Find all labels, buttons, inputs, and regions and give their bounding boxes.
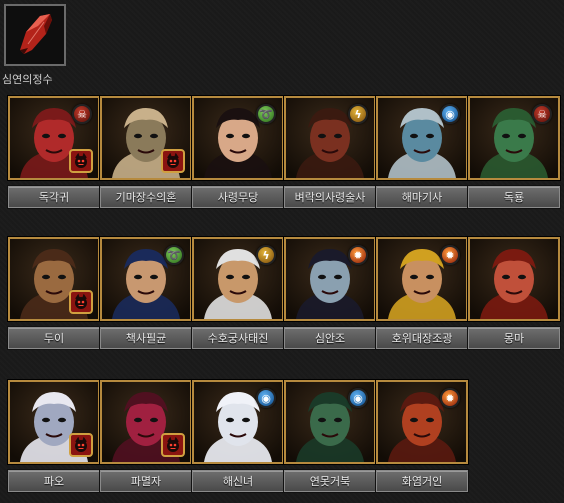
- character-card[interactable]: 기마장수의혼: [100, 96, 192, 212]
- enhance-badge-icon: [161, 433, 185, 457]
- character-portrait[interactable]: [8, 237, 100, 321]
- character-card[interactable]: 몽마: [468, 237, 560, 353]
- character-name-button[interactable]: 해신녀: [192, 470, 284, 492]
- character-card[interactable]: ϟ 수호궁사태진: [192, 237, 284, 353]
- character-card[interactable]: ϟ 벼락의사령술사: [284, 96, 376, 212]
- wind-element-icon: ➰: [256, 104, 276, 124]
- fire-element-icon: ✹: [440, 388, 460, 408]
- character-card[interactable]: 파오: [8, 380, 100, 496]
- enhance-badge-icon: [161, 149, 185, 173]
- character-portrait[interactable]: [100, 380, 192, 464]
- character-name-button[interactable]: 해마기사: [376, 186, 468, 208]
- wind-element-icon: ➰: [164, 245, 184, 265]
- item-label: 심연의정수: [2, 73, 53, 86]
- character-portrait[interactable]: ☠: [8, 96, 100, 180]
- character-portrait[interactable]: ➰: [100, 237, 192, 321]
- water-element-icon: ◉: [348, 388, 368, 408]
- character-card[interactable]: ➰ 책사필균: [100, 237, 192, 353]
- character-name-button[interactable]: 독각귀: [8, 186, 100, 208]
- character-name-button[interactable]: 기마장수의혼: [100, 186, 192, 208]
- dark-element-icon: ☠: [72, 104, 92, 124]
- character-card[interactable]: ◉ 해마기사: [376, 96, 468, 212]
- item-slot[interactable]: [4, 4, 66, 66]
- character-name-button[interactable]: 수호궁사태진: [192, 327, 284, 349]
- character-name-button[interactable]: 파멸자: [100, 470, 192, 492]
- character-name-button[interactable]: 심안조: [284, 327, 376, 349]
- character-name-button[interactable]: 몽마: [468, 327, 560, 349]
- character-card[interactable]: ✹ 호위대장조광: [376, 237, 468, 353]
- character-name-button[interactable]: 호위대장조광: [376, 327, 468, 349]
- character-portrait[interactable]: ◉: [284, 380, 376, 464]
- character-portrait[interactable]: ϟ: [192, 237, 284, 321]
- lightning-element-icon: ϟ: [256, 245, 276, 265]
- lightning-element-icon: ϟ: [348, 104, 368, 124]
- water-element-icon: ◉: [256, 388, 276, 408]
- enhance-badge-icon: [69, 149, 93, 173]
- character-portrait[interactable]: ◉: [376, 96, 468, 180]
- character-portrait[interactable]: ➰: [192, 96, 284, 180]
- red-crystal-icon: [6, 6, 64, 64]
- portrait-image: [470, 239, 558, 319]
- character-name-button[interactable]: 벼락의사령술사: [284, 186, 376, 208]
- character-name-button[interactable]: 책사필균: [100, 327, 192, 349]
- character-portrait[interactable]: ✹: [376, 237, 468, 321]
- character-card[interactable]: ➰ 사령무당: [192, 96, 284, 212]
- fire-element-icon: ✹: [440, 245, 460, 265]
- character-name-button[interactable]: 연못거북: [284, 470, 376, 492]
- enhance-badge-icon: [69, 433, 93, 457]
- character-portrait[interactable]: ϟ: [284, 96, 376, 180]
- character-card[interactable]: ☠ 독각귀: [8, 96, 100, 212]
- enhance-badge-icon: [69, 290, 93, 314]
- water-element-icon: ◉: [440, 104, 460, 124]
- character-portrait[interactable]: [468, 237, 560, 321]
- character-portrait[interactable]: ☠: [468, 96, 560, 180]
- character-portrait[interactable]: ✹: [284, 237, 376, 321]
- character-portrait[interactable]: ◉: [192, 380, 284, 464]
- character-name-button[interactable]: 화염거인: [376, 470, 468, 492]
- character-name-button[interactable]: 사령무당: [192, 186, 284, 208]
- character-portrait[interactable]: [100, 96, 192, 180]
- character-portrait[interactable]: ✹: [376, 380, 468, 464]
- character-name-button[interactable]: 파오: [8, 470, 100, 492]
- character-card[interactable]: ✹ 화염거인: [376, 380, 468, 496]
- character-name-button[interactable]: 독룡: [468, 186, 560, 208]
- character-card[interactable]: 두이: [8, 237, 100, 353]
- fire-element-icon: ✹: [348, 245, 368, 265]
- character-name-button[interactable]: 두이: [8, 327, 100, 349]
- character-card[interactable]: ◉ 연못거북: [284, 380, 376, 496]
- character-portrait[interactable]: [8, 380, 100, 464]
- dark-element-icon: ☠: [532, 104, 552, 124]
- character-card[interactable]: 파멸자: [100, 380, 192, 496]
- character-card[interactable]: ◉ 해신녀: [192, 380, 284, 496]
- character-card[interactable]: ✹ 심안조: [284, 237, 376, 353]
- character-card[interactable]: ☠ 독룡: [468, 96, 560, 212]
